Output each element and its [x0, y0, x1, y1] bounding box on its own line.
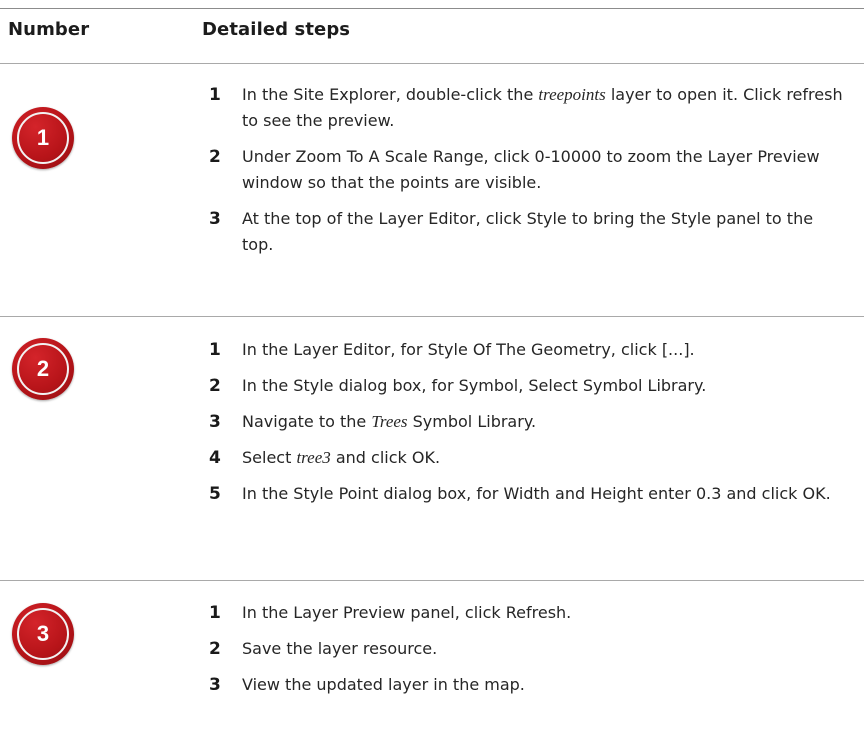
step-text-emphasis: treepoints — [538, 85, 606, 104]
row-1-steps: 1 In the Site Explorer, double-click the … — [209, 82, 849, 268]
badge-number: 2 — [36, 356, 50, 381]
step-text-run: In the Style Point dialog box, for Width… — [242, 484, 831, 503]
step-number: 2 — [209, 639, 221, 659]
step-number: 1 — [209, 340, 221, 360]
step-text: Navigate to the Trees Symbol Library. — [242, 412, 536, 431]
step-text-run: Under Zoom To A Scale Range, click 0-100… — [242, 147, 820, 192]
step-text-run: Save the layer resource. — [242, 639, 438, 658]
step-badge-1-icon: 1 — [12, 107, 74, 169]
row-divider-2 — [0, 580, 864, 581]
step-text-emphasis: tree3 — [296, 448, 331, 467]
step-item: 1 In the Site Explorer, double-click the … — [209, 82, 849, 134]
step-badge-3-icon: 3 — [12, 603, 74, 665]
step-text: In the Layer Preview panel, click Refres… — [242, 603, 571, 622]
step-text-run: Select — [242, 448, 297, 467]
step-item: 3 At the top of the Layer Editor, click S… — [209, 206, 849, 258]
step-text: In the Style Point dialog box, for Width… — [242, 484, 831, 503]
badge-number: 1 — [36, 125, 50, 150]
row-2-steps: 1 In the Layer Editor, for Style Of The G… — [209, 337, 849, 517]
step-number: 4 — [209, 448, 221, 468]
step-text: View the updated layer in the map. — [242, 675, 525, 694]
step-text-run: Symbol Library. — [407, 412, 537, 431]
step-item: 2 Under Zoom To A Scale Range, click 0-10… — [209, 144, 849, 196]
step-text-run: In the Layer Editor, for Style Of The Ge… — [242, 340, 695, 359]
step-text-run: In the Layer Preview panel, click Refres… — [242, 603, 572, 622]
step-item: 1 In the Layer Preview panel, click Refre… — [209, 600, 849, 626]
step-item: 1 In the Layer Editor, for Style Of The G… — [209, 337, 849, 363]
step-text-run: In the Style dialog box, for Symbol, Sel… — [242, 376, 707, 395]
step-item: 2 Save the layer resource. — [209, 636, 849, 662]
step-badge-2-icon: 2 — [12, 338, 74, 400]
step-number: 2 — [209, 376, 221, 396]
step-text: In the Style dialog box, for Symbol, Sel… — [242, 376, 706, 395]
step-text: Under Zoom To A Scale Range, click 0-100… — [242, 147, 820, 192]
step-number: 5 — [209, 484, 221, 504]
step-text: Save the layer resource. — [242, 639, 437, 658]
step-text-run: View the updated layer in the map. — [242, 675, 525, 694]
step-text-run: Navigate to the — [242, 412, 372, 431]
step-number: 1 — [209, 603, 221, 623]
column-header-number: Number — [8, 19, 90, 40]
row-divider-1 — [0, 316, 864, 317]
step-number: 1 — [209, 85, 221, 105]
step-text: In the Site Explorer, double-click the t… — [242, 85, 843, 130]
column-header-detailed-steps: Detailed steps — [202, 19, 351, 40]
table-top-rule — [0, 8, 864, 9]
step-number: 2 — [209, 147, 221, 167]
step-text: In the Layer Editor, for Style Of The Ge… — [242, 340, 695, 359]
header-rule — [0, 63, 864, 64]
step-item: 2 In the Style dialog box, for Symbol, Se… — [209, 373, 849, 399]
step-number: 3 — [209, 412, 221, 432]
badge-number: 3 — [36, 621, 50, 646]
step-number: 3 — [209, 675, 221, 695]
step-text: At the top of the Layer Editor, click St… — [242, 209, 813, 254]
step-text-run: At the top of the Layer Editor, click St… — [242, 209, 814, 254]
step-text-run: and click OK. — [330, 448, 441, 467]
row-3-steps: 1 In the Layer Preview panel, click Refre… — [209, 600, 849, 708]
step-number: 3 — [209, 209, 221, 229]
step-item: 3 View the updated layer in the map. — [209, 672, 849, 698]
step-text: Select tree3 and click OK. — [242, 448, 440, 467]
step-item: 3 Navigate to the Trees Symbol Library. — [209, 409, 849, 435]
step-item: 5 In the Style Point dialog box, for Widt… — [209, 481, 849, 507]
step-text-run: In the Site Explorer, double-click the — [242, 85, 539, 104]
step-text-emphasis: Trees — [371, 412, 408, 431]
step-item: 4 Select tree3 and click OK. — [209, 445, 849, 471]
